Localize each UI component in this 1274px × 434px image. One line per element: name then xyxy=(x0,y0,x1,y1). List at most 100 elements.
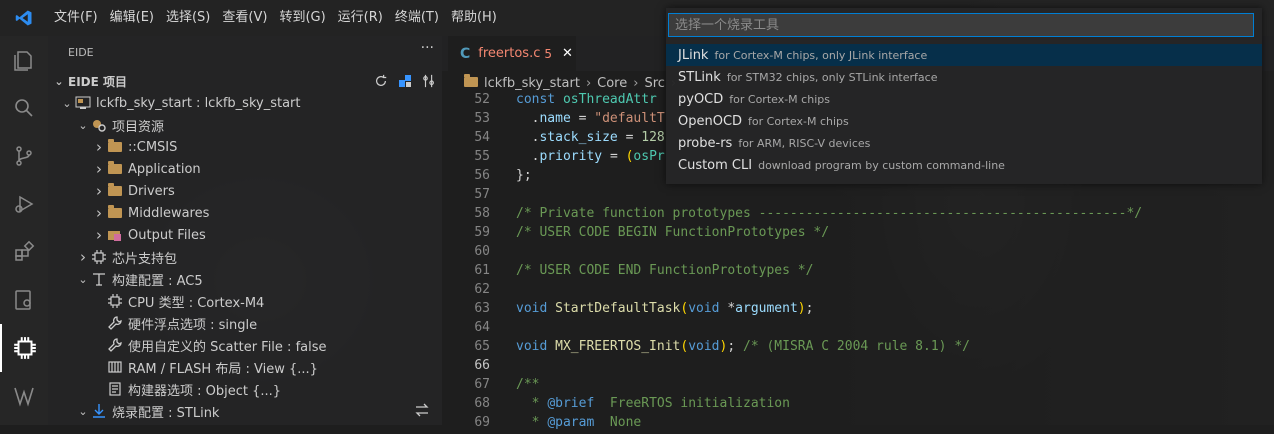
chevron-right-icon: › xyxy=(633,75,639,91)
more-actions-icon[interactable]: ··· xyxy=(421,40,434,56)
tree-item[interactable]: ⌄ 项目资源 xyxy=(48,114,442,136)
sidebar-title: EIDE xyxy=(68,46,94,59)
quick-pick-label: probe-rs xyxy=(678,135,733,151)
cpu-icon xyxy=(106,293,124,309)
project-settings-icon[interactable] xyxy=(420,72,438,90)
folder-icon xyxy=(106,161,124,177)
line-number: 55 xyxy=(474,149,490,164)
quick-pick-item[interactable]: probe-rs for ARM, RISC-V devices xyxy=(666,132,1262,154)
build-project-icon[interactable] xyxy=(396,72,414,90)
quick-pick-item[interactable]: STLink for STM32 chips, only STLink inter… xyxy=(666,66,1262,88)
search-icon[interactable] xyxy=(0,84,48,132)
build-config-icon xyxy=(90,271,108,287)
tree-item[interactable]: › Application xyxy=(48,158,442,180)
tree-item[interactable]: CPU 类型 : Cortex-M4 xyxy=(48,290,442,312)
line-number: 54 xyxy=(474,130,490,145)
menu-item-5[interactable]: 运行(R) xyxy=(332,0,389,36)
line-number: 64 xyxy=(474,320,490,335)
output-folder-icon xyxy=(106,227,124,243)
tree-item-label: ::CMSIS xyxy=(128,139,178,155)
extensions-icon[interactable] xyxy=(0,228,48,276)
tab-freertos-c[interactable]: C freertos.c 5 ✕ xyxy=(448,36,576,71)
tree-item[interactable]: 构建器选项 : Object {...} xyxy=(48,378,442,400)
close-icon[interactable]: ✕ xyxy=(562,46,573,61)
code-text: /* USER CODE END FunctionPrototypes */ xyxy=(516,263,814,278)
quick-pick-description: for STM32 chips, only STLink interface xyxy=(726,70,938,84)
tree-item[interactable]: RAM / FLASH 布局 : View {...} xyxy=(48,356,442,378)
tree-item[interactable]: › Middlewares xyxy=(48,202,442,224)
menu-item-3[interactable]: 查看(V) xyxy=(216,0,273,36)
tree-item[interactable]: 硬件浮点选项 : single xyxy=(48,312,442,334)
quick-pick-item[interactable]: pyOCD for Cortex-M chips xyxy=(666,88,1262,110)
code-line: 62 xyxy=(442,282,1274,301)
switch-flasher-icon[interactable] xyxy=(414,402,432,420)
line-number: 69 xyxy=(474,415,490,430)
wasm-icon[interactable] xyxy=(0,372,48,420)
code-text: .priority = (osPr xyxy=(531,149,665,164)
menu-item-1[interactable]: 编辑(E) xyxy=(104,0,160,36)
code-line: 60 xyxy=(442,244,1274,263)
problems-count: 5 xyxy=(544,46,553,61)
remote-icon[interactable] xyxy=(0,276,48,324)
section-toolbar xyxy=(372,72,438,90)
project-icon xyxy=(74,95,92,111)
eide-chip-icon[interactable] xyxy=(0,324,48,372)
source-control-icon[interactable] xyxy=(0,132,48,180)
menu-item-4[interactable]: 转到(G) xyxy=(273,0,331,36)
run-debug-icon[interactable] xyxy=(0,180,48,228)
code-text: }; xyxy=(516,168,532,183)
menu-item-7[interactable]: 帮助(H) xyxy=(445,0,503,36)
activity-bar xyxy=(0,36,48,425)
menu-item-6[interactable]: 终端(T) xyxy=(389,0,445,36)
wrench-icon xyxy=(106,337,124,353)
tree-item-label: Output Files xyxy=(128,227,206,243)
chevron-down-icon: ⌄ xyxy=(78,118,88,132)
code-line: 58 /* Private function prototypes -------… xyxy=(442,206,1274,225)
tree-item[interactable]: › Drivers xyxy=(48,180,442,202)
breadcrumb-item[interactable]: Core xyxy=(597,76,627,91)
chip-icon xyxy=(90,249,108,265)
quick-pick-item[interactable]: Custom CLI download program by custom com… xyxy=(666,154,1262,176)
refresh-icon[interactable] xyxy=(372,72,390,90)
quick-pick-label: OpenOCD xyxy=(678,113,743,129)
quick-pick-label: pyOCD xyxy=(678,91,724,107)
explorer-icon[interactable] xyxy=(0,36,48,84)
code-line: 68 * @brief FreeRTOS initialization xyxy=(442,396,1274,415)
tree-item[interactable]: ⌄ 构建配置 : AC5 xyxy=(48,268,442,290)
quick-pick-item[interactable]: OpenOCD for Cortex-M chips xyxy=(666,110,1262,132)
tree-item[interactable]: › Output Files xyxy=(48,224,442,246)
line-number: 68 xyxy=(474,396,490,411)
tree-item[interactable]: ›::CMSIS xyxy=(48,136,442,158)
line-number: 53 xyxy=(474,111,490,126)
folder-icon xyxy=(106,139,124,155)
menu-item-0[interactable]: 文件(F) xyxy=(48,0,104,36)
quick-pick-input[interactable] xyxy=(668,13,1254,37)
quick-pick-item[interactable]: JLink for Cortex-M chips, only JLink inte… xyxy=(666,44,1262,66)
chevron-down-icon: ⌄ xyxy=(62,96,72,110)
flash-config-icon xyxy=(90,403,108,419)
line-number: 52 xyxy=(474,92,490,107)
tree-item[interactable]: ⌄ 烧录配置 : STLink xyxy=(48,400,442,422)
tree-item[interactable]: 使用自定义的 Scatter File : false xyxy=(48,334,442,356)
quick-pick-description: for Cortex-M chips xyxy=(748,114,849,128)
menu-item-2[interactable]: 选择(S) xyxy=(160,0,216,36)
eide-sidebar: EIDE ··· ⌄ EIDE 项目 ⌄ lckfb_sky_start : lc… xyxy=(48,36,442,425)
breadcrumb-item[interactable]: Src xyxy=(644,76,664,91)
chevron-right-icon: › xyxy=(96,138,102,156)
tree-item[interactable]: › 芯片支持包 xyxy=(48,246,442,268)
breadcrumb-item[interactable]: lckfb_sky_start xyxy=(484,76,580,91)
code-line: 63 void StartDefaultTask(void *argument); xyxy=(442,301,1274,320)
tree-item-label: Middlewares xyxy=(128,205,210,221)
code-line: 66 xyxy=(442,358,1274,377)
tree-item-label: 芯片支持包 xyxy=(112,251,178,267)
line-number: 65 xyxy=(474,339,490,354)
quick-pick-description: for Cortex-M chips, only JLink interface xyxy=(714,48,928,62)
chevron-right-icon: › xyxy=(96,182,102,200)
folder-icon xyxy=(106,183,124,199)
tree-item-label: 烧录配置 : STLink xyxy=(112,405,220,421)
tree-item[interactable]: ⌄ lckfb_sky_start : lckfb_sky_start xyxy=(48,92,442,114)
code-text: /** xyxy=(516,377,540,392)
tree-item-label: lckfb_sky_start : lckfb_sky_start xyxy=(96,95,301,111)
line-number: 61 xyxy=(474,263,490,278)
code-text: * @param None xyxy=(516,415,642,430)
